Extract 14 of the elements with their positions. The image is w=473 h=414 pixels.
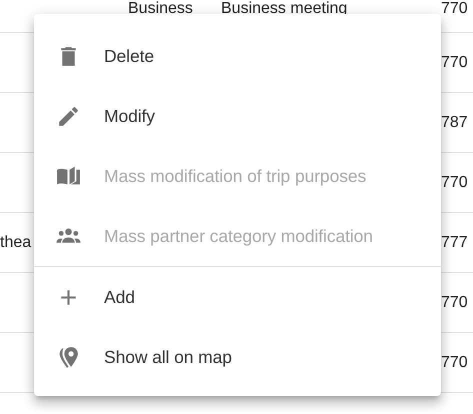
menu-item[interactable]: Delete <box>34 26 441 86</box>
table-cell-text: 787 <box>441 112 468 132</box>
menu-item[interactable]: Add <box>34 267 441 327</box>
table-cell-text: 770 <box>441 352 468 372</box>
table-cell: 770 <box>441 0 468 17</box>
table-cell-text: 770 <box>441 172 468 192</box>
table-cell-text: thea <box>0 232 32 252</box>
table-cell-text: 770 <box>441 52 468 72</box>
table-cell: Business meeting <box>221 0 348 17</box>
table-cell-text: 777 <box>441 232 468 252</box>
table-cell-text: 770 <box>441 292 468 312</box>
menu-item[interactable]: Modify <box>34 86 441 146</box>
menu-item[interactable]: Show all on map <box>34 327 441 387</box>
table-cell: Business <box>128 0 193 17</box>
